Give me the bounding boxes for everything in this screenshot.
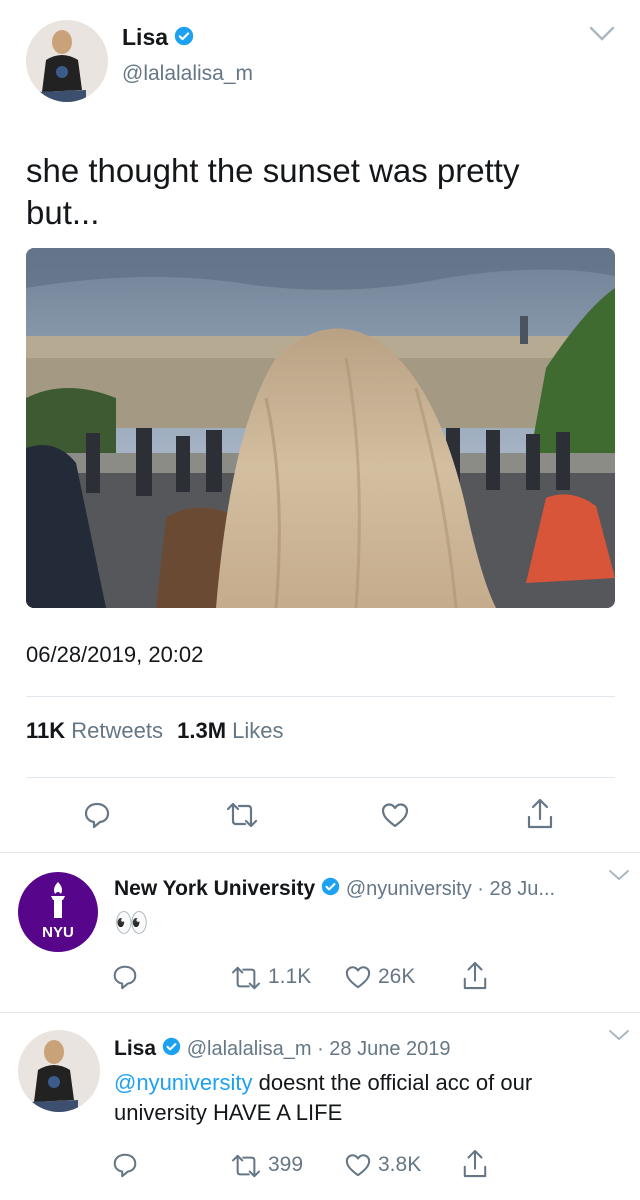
verified-icon [174, 25, 194, 52]
divider [26, 777, 615, 778]
user-name[interactable]: Lisa [122, 24, 168, 50]
like-count[interactable]: 26K [378, 965, 415, 989]
likes-label[interactable]: Likes [232, 718, 283, 743]
reply-icon[interactable] [111, 1151, 139, 1179]
like-icon[interactable] [344, 1152, 372, 1178]
verified-icon [321, 877, 340, 902]
like-count[interactable]: 3.8K [378, 1153, 421, 1177]
user-name[interactable]: Lisa [114, 1037, 156, 1060]
chevron-down-icon[interactable] [608, 868, 630, 887]
chevron-down-icon[interactable] [608, 1028, 630, 1047]
likes-count[interactable]: 1.3M [177, 718, 226, 743]
reply-icon[interactable] [82, 800, 112, 830]
divider [0, 1012, 640, 1013]
tweet-text: @nyuniversity doesnt the official acc of… [114, 1068, 532, 1128]
retweet-icon[interactable] [225, 801, 259, 829]
tweet-text: she thought the sunset was pretty but... [26, 150, 519, 234]
retweet-count[interactable]: 399 [268, 1153, 303, 1177]
reply-icon[interactable] [111, 963, 139, 991]
tweet-text-line2: but... [26, 194, 100, 231]
tweet-text-line1: doesnt the official acc of our [252, 1070, 533, 1095]
mention-link[interactable]: @nyuniversity [114, 1070, 253, 1095]
avatar[interactable] [18, 1030, 100, 1112]
divider [26, 696, 615, 697]
divider [0, 852, 640, 853]
retweets-label[interactable]: Retweets [71, 718, 163, 743]
like-icon[interactable] [380, 801, 410, 829]
tweet-text: 👀 [114, 907, 149, 938]
tweet-text-line2: university HAVE A LIFE [114, 1100, 343, 1125]
tweet-timestamp[interactable]: 06/28/2019, 20:02 [26, 642, 203, 668]
share-icon[interactable] [462, 960, 488, 992]
user-handle[interactable]: @lalalalisa_m [122, 62, 253, 86]
tweet-meta[interactable]: @nyuniversity · 28 Ju... [346, 878, 555, 900]
retweet-icon[interactable] [230, 1153, 262, 1179]
user-name[interactable]: New York University [114, 877, 315, 900]
retweet-icon[interactable] [230, 965, 262, 991]
avatar-text: NYU [42, 924, 74, 941]
tweet-text-line1: she thought the sunset was pretty [26, 152, 520, 189]
chevron-down-icon[interactable] [588, 24, 616, 49]
avatar[interactable]: NYU [18, 872, 98, 952]
share-icon[interactable] [526, 797, 554, 831]
verified-icon [162, 1037, 181, 1062]
tweet-meta[interactable]: @lalalalisa_m · 28 June 2019 [187, 1038, 451, 1060]
share-icon[interactable] [462, 1148, 488, 1180]
tweet-photo[interactable] [26, 248, 615, 608]
like-icon[interactable] [344, 964, 372, 990]
avatar[interactable] [26, 20, 108, 102]
engagement-stats: 11K Retweets 1.3M Likes [26, 718, 284, 744]
retweet-count[interactable]: 1.1K [268, 965, 311, 989]
retweet-count[interactable]: 11K [26, 718, 65, 743]
